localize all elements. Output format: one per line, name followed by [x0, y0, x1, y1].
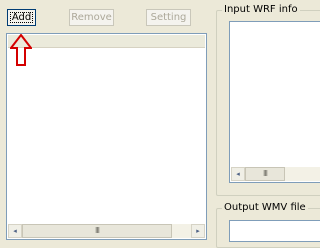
setting-button[interactable]: Setting	[146, 9, 191, 26]
input-info-title: Input WRF info	[222, 4, 300, 16]
input-info-pane[interactable]: ◂ III	[229, 21, 320, 183]
setting-button-label: Setting	[150, 12, 187, 23]
red-up-arrow-icon	[10, 34, 32, 66]
scroll-left-arrow-icon[interactable]: ◂	[8, 224, 22, 238]
input-info-hscrollbar[interactable]: ◂ III	[231, 167, 320, 181]
scroll-thumb[interactable]: III	[22, 224, 172, 238]
scroll-thumb[interactable]: III	[245, 167, 285, 181]
scroll-right-arrow-icon[interactable]: ▸	[191, 224, 205, 238]
file-list-hscrollbar[interactable]: ◂ III ▸	[8, 224, 205, 238]
file-list[interactable]: ◂ III ▸	[6, 33, 207, 240]
output-file-field[interactable]	[229, 220, 320, 242]
output-file-title: Output WMV file	[222, 202, 308, 214]
list-column-header[interactable]	[8, 35, 205, 48]
remove-button-label: Remove	[71, 12, 112, 23]
remove-button[interactable]: Remove	[69, 9, 114, 26]
scroll-left-arrow-icon[interactable]: ◂	[231, 167, 245, 181]
focus-rect	[10, 12, 33, 23]
add-button[interactable]: Add	[7, 9, 36, 26]
